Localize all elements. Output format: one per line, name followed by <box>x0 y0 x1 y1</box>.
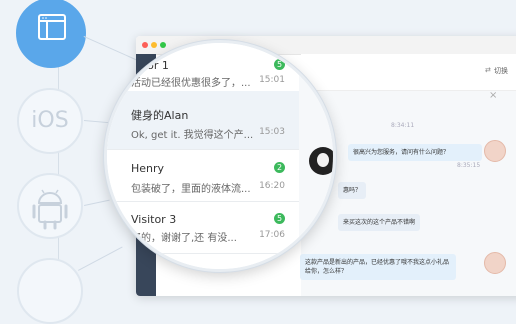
conversation-time: 17:06 <box>259 230 285 240</box>
platform-ios[interactable]: iOS <box>17 88 83 154</box>
conversation-preview: 包装破了，里面的液体流... <box>131 184 251 195</box>
unread-badge: 5 <box>274 59 285 70</box>
conversation-name: isitor 1 <box>131 59 169 72</box>
conversation-item[interactable]: Visitor 3 5 好的，谢谢了,还 有没... 17:06 <box>107 201 299 254</box>
magnified-chat-area <box>299 43 333 269</box>
chat-message-visitor-1: 惠吗？ <box>338 182 367 199</box>
switch-label[interactable]: 切换 <box>494 66 508 76</box>
conversation-item[interactable]: Henry 2 包装破了，里面的液体流... 16:20 <box>107 149 299 202</box>
unread-badge: 2 <box>274 162 285 173</box>
magnifier-lens: isitor 1 5 活动已经很优惠很多了，... 15:01 健身的Alan … <box>104 40 336 272</box>
android-icon <box>32 189 68 230</box>
visitor-avatar <box>309 147 333 175</box>
conversation-name: Visitor 3 <box>131 213 177 226</box>
conversation-preview: 活动已经很优惠很多了，... <box>131 78 251 89</box>
platform-ios-label: iOS <box>31 108 69 133</box>
conversation-preview: Ok, get it. 我觉得这个产... <box>131 130 254 141</box>
connector-android <box>84 199 110 206</box>
conversation-item[interactable]: 健身的Alan Ok, get it. 我觉得这个产... 15:03 <box>107 91 299 150</box>
agent-avatar <box>484 252 506 274</box>
conversation-time: 15:01 <box>259 75 285 85</box>
conversation-preview: 好的，谢谢了,还 有没... <box>131 233 237 244</box>
platform-web[interactable] <box>16 0 86 68</box>
conversation-time: 16:20 <box>259 181 285 191</box>
close-icon[interactable]: × <box>489 90 497 101</box>
chat-message-agent-1: 很高兴为您服务，请问有什么问题？ <box>348 144 482 161</box>
conversation-name: Henry <box>131 162 165 175</box>
platform-android[interactable] <box>17 173 83 239</box>
platform-other[interactable] <box>17 258 83 324</box>
conversation-time: 15:03 <box>259 127 285 137</box>
chat-topbar: ⇄ 切换 <box>301 54 516 91</box>
chat-message-time: 8:35:15 <box>457 162 481 169</box>
agent-avatar <box>484 140 506 162</box>
switch-icon[interactable]: ⇄ <box>485 66 491 74</box>
chat-message-visitor-2: 来买这次的这个产品不错啊 <box>338 214 421 231</box>
browser-window-icon <box>38 14 66 40</box>
unread-badge: 5 <box>274 213 285 224</box>
chat-timestamp: 8:34:11 <box>391 122 415 129</box>
conversation-item[interactable]: isitor 1 5 活动已经很优惠很多了，... 15:01 <box>107 43 299 92</box>
conversation-list: isitor 1 5 活动已经很优惠很多了，... 15:01 健身的Alan … <box>107 43 299 269</box>
conversation-name: 健身的Alan <box>131 109 189 122</box>
